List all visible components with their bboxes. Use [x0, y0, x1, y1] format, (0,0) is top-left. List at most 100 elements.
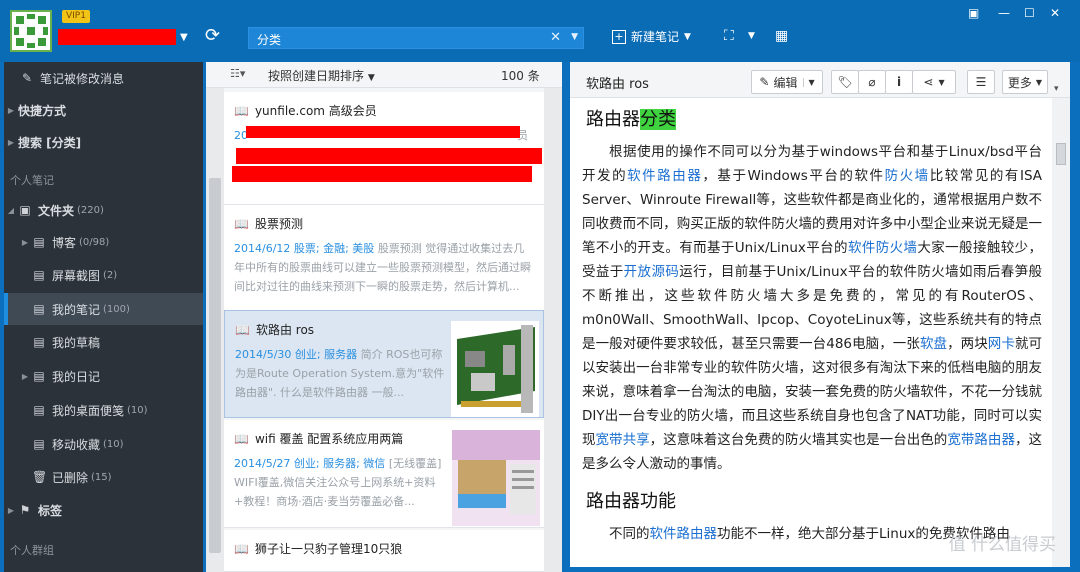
list-scrollbar-right[interactable]: [544, 88, 562, 572]
folder-icon: ▤: [33, 403, 45, 417]
more-chevron-down-icon: ▼: [1035, 77, 1043, 87]
sidebar-item-label: 我的笔记: [52, 302, 101, 317]
note-list: ☷▾ 按照创建日期排序 ▼ 100 条 📖 yunfile.com 高级会员 20…: [206, 62, 562, 572]
collapse-chevron-down-icon[interactable]: ▾: [1054, 84, 1059, 94]
user-menu-chevron-down-icon[interactable]: ▼: [180, 32, 188, 43]
list-item-selected[interactable]: 📖 软路由 ros 2014/5/30 创业; 服务器 简介 ROS也可称为是Ro…: [224, 310, 544, 418]
note-body[interactable]: 路由器分类 根据使用的操作不同可以分为基于windows平台和基于Linux/b…: [582, 102, 1042, 550]
paperclip-icon: ⌀: [868, 75, 876, 89]
menu-icon[interactable]: ▣: [968, 6, 979, 20]
note-tags: 创业; 服务器: [294, 348, 358, 361]
tag-button[interactable]: 🏷: [831, 70, 859, 94]
sidebar-item-label: 笔记被修改消息: [40, 71, 125, 86]
sync-icon[interactable]: ⟳: [205, 26, 220, 46]
sidebar-item-folders[interactable]: ◢ ▣ 文件夹 (220): [4, 194, 203, 226]
list-item[interactable]: 📖 yunfile.com 高级会员 20 员: [224, 92, 544, 205]
note-meta: 2014/5/30 创业; 服务器 简介 ROS也可称为是Route Opera…: [235, 345, 445, 402]
fullscreen-icon[interactable]: ⛶: [724, 28, 734, 44]
redaction-bar: [246, 126, 520, 138]
collapse-arrow-icon[interactable]: ◢: [4, 206, 18, 215]
link-open-source[interactable]: 开放源码: [624, 264, 680, 280]
edit-button[interactable]: ✎ 编辑 ▼: [751, 70, 823, 94]
view-mode-icon[interactable]: ☷▾: [230, 67, 245, 80]
sidebar-item-my-notes[interactable]: ▤ 我的笔记 (100): [4, 293, 203, 325]
redaction-bar: [236, 148, 542, 164]
pencil-icon: ✎: [21, 71, 33, 85]
list-item[interactable]: 📖 狮子让一只豹子管理10只狼: [224, 530, 544, 572]
sidebar-item-search[interactable]: ▶ 搜索 [分类]: [4, 126, 203, 158]
list-header: ☷▾ 按照创建日期排序 ▼ 100 条: [206, 62, 562, 88]
search-input[interactable]: 分类 ✕ ▼: [248, 27, 584, 49]
sidebar-item-modified-messages[interactable]: ✎ 笔记被修改消息: [4, 62, 203, 94]
avatar[interactable]: [10, 10, 52, 52]
info-button[interactable]: i: [885, 70, 913, 94]
sidebar-item-my-drafts[interactable]: ▤ 我的草稿: [4, 326, 203, 358]
note-title-header[interactable]: 软路由 ros: [586, 73, 649, 92]
link-software-firewall[interactable]: 软件防火墙: [848, 240, 917, 256]
expand-arrow-icon[interactable]: ▶: [4, 506, 18, 515]
sidebar-item-label: 搜索 [分类]: [18, 135, 82, 150]
link-firewall[interactable]: 防火墙: [885, 168, 930, 184]
minimize-icon[interactable]: —: [998, 6, 1010, 20]
note-count: 100 条: [501, 69, 540, 83]
sidebar-item-label: 我的桌面便笺: [52, 403, 125, 418]
heading-text: 路由器: [586, 109, 640, 130]
router-card-thumbnail: [451, 321, 539, 417]
note-tags: 创业; 服务器; 微信: [293, 457, 386, 470]
expand-arrow-icon[interactable]: ▶: [4, 138, 18, 147]
link-software-router[interactable]: 软件路由器: [627, 168, 702, 184]
note-title: 软路由 ros: [255, 323, 315, 337]
apps-grid-icon[interactable]: ▦: [775, 28, 788, 44]
share-icon: ⋖: [923, 75, 934, 89]
fullscreen-chevron-down-icon[interactable]: ▼: [748, 31, 755, 41]
expand-arrow-icon[interactable]: ▶: [18, 238, 32, 247]
edit-label: 编辑: [773, 75, 798, 90]
content-scrollbar[interactable]: [1052, 98, 1070, 567]
sort-dropdown[interactable]: 按照创建日期排序 ▼: [268, 67, 375, 84]
share-button[interactable]: ⋖ ▼: [912, 70, 956, 94]
sidebar: ✎ 笔记被修改消息 ▶ 快捷方式 ▶ 搜索 [分类] 个人笔记 ◢ ▣ 文件夹 …: [4, 62, 203, 572]
folder-icon: ▤: [33, 335, 45, 349]
scroll-thumb[interactable]: [209, 178, 221, 553]
scroll-thumb[interactable]: [1056, 143, 1066, 165]
link-nic[interactable]: 网卡: [988, 336, 1015, 352]
link-broadband-sharing[interactable]: 宽带共享: [596, 432, 650, 448]
new-note-chevron-down-icon[interactable]: ▼: [684, 32, 691, 42]
expand-arrow-icon[interactable]: ▶: [18, 372, 32, 381]
heading-router-classification: 路由器分类: [586, 108, 1042, 132]
sidebar-item-label: 文件夹: [38, 203, 75, 218]
list-scrollbar-left[interactable]: [206, 88, 224, 572]
new-note-button[interactable]: + 新建笔记 ▼: [612, 28, 691, 45]
sidebar-item-blog[interactable]: ▶ ▤ 博客 (0/98): [4, 226, 203, 258]
more-button[interactable]: 更多 ▼: [1002, 70, 1048, 94]
sidebar-item-desktop-notes[interactable]: ▤ 我的桌面便笺 (10): [4, 394, 203, 426]
sidebar-item-mobile-favorites[interactable]: ▤ 移动收藏 (10): [4, 428, 203, 460]
attachment-button[interactable]: ⌀: [858, 70, 886, 94]
info-icon: i: [896, 75, 902, 89]
link-software-router[interactable]: 软件路由器: [650, 526, 718, 542]
list-item[interactable]: 📖 wifi 覆盖 配置系统应用两篇 2014/5/27 创业; 服务器; 微信 …: [224, 420, 544, 528]
sidebar-item-screenshots[interactable]: ▤ 屏幕截图 (2): [4, 259, 203, 291]
expand-arrow-icon[interactable]: ▶: [4, 106, 18, 115]
username-redacted[interactable]: [58, 29, 176, 45]
link-broadband-router[interactable]: 宽带路由器: [947, 432, 1015, 448]
list-icon: ☰: [975, 75, 987, 89]
note-title: yunfile.com 高级会员: [254, 104, 377, 118]
sidebar-item-my-diary[interactable]: ▶ ▤ 我的日记: [4, 360, 203, 392]
edit-chevron-down-icon[interactable]: ▼: [803, 77, 815, 87]
outline-button[interactable]: ☰: [967, 70, 995, 94]
close-icon[interactable]: ✕: [1050, 6, 1060, 20]
share-chevron-down-icon[interactable]: ▼: [938, 78, 944, 87]
sidebar-item-tags[interactable]: ▶ ⚑ 标签: [4, 494, 203, 526]
clear-search-icon[interactable]: ✕: [550, 30, 561, 45]
link-floppy[interactable]: 软盘: [920, 336, 947, 352]
maximize-icon[interactable]: ☐: [1024, 6, 1035, 20]
new-note-label: 新建笔记: [631, 30, 680, 44]
sidebar-item-shortcuts[interactable]: ▶ 快捷方式: [4, 94, 203, 126]
search-dropdown-chevron-down-icon[interactable]: ▼: [571, 32, 578, 42]
list-item[interactable]: 📖 股票预测 2014/6/12 股票; 金融; 美股 股票预测 觉得通过收集过去…: [224, 205, 544, 321]
sidebar-item-deleted[interactable]: 🗑 已删除 (15): [4, 461, 203, 493]
watermark: 值 什么值得买: [948, 535, 1056, 555]
sidebar-item-label: 我的日记: [52, 369, 101, 384]
note-title: 狮子让一只豹子管理10只狼: [254, 542, 403, 556]
